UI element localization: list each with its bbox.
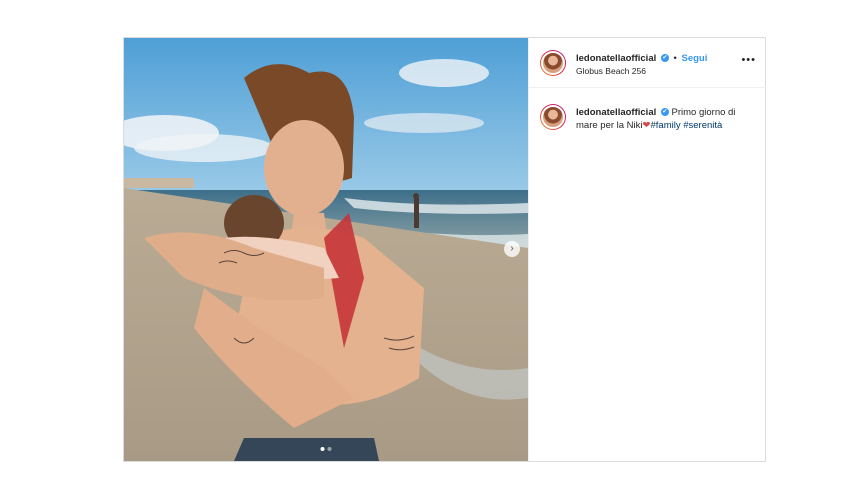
instagram-post-card: › ledonatellaofficial ✔ • Segui Globus B… (123, 37, 766, 462)
post-header: ledonatellaofficial ✔ • Segui Globus Bea… (529, 38, 766, 88)
carousel-next-button[interactable]: › (504, 241, 520, 257)
location-link[interactable]: Globus Beach 256 (576, 66, 646, 76)
carousel-dots (320, 447, 332, 451)
carousel-dot-active (320, 447, 325, 451)
follow-button[interactable]: Segui (682, 53, 708, 64)
caption-username-link[interactable]: ledonatellaofficial (576, 107, 656, 118)
header-user-line: ledonatellaofficial ✔ • Segui (576, 53, 707, 64)
hashtag-family[interactable]: #family (651, 120, 681, 131)
separator-dot: • (673, 53, 677, 64)
post-photo[interactable]: › (124, 38, 528, 461)
hashtag-serenita[interactable]: #serenità (683, 120, 722, 131)
more-options-icon[interactable]: ••• (741, 54, 756, 66)
username-link[interactable]: ledonatellaofficial (576, 53, 656, 64)
chevron-right-icon: › (510, 243, 514, 254)
caption: ledonatellaofficial ✔ Primo giorno di ma… (576, 106, 756, 132)
avatar[interactable] (540, 50, 566, 76)
verified-icon: ✔ (660, 54, 669, 63)
post-sidebar: ledonatellaofficial ✔ • Segui Globus Bea… (528, 38, 766, 461)
verified-icon: ✔ (660, 108, 669, 117)
heart-icon: ❤ (642, 120, 651, 131)
carousel-dot (327, 447, 332, 451)
caption-avatar[interactable] (540, 104, 566, 130)
beach-photo-illustration (124, 38, 528, 461)
